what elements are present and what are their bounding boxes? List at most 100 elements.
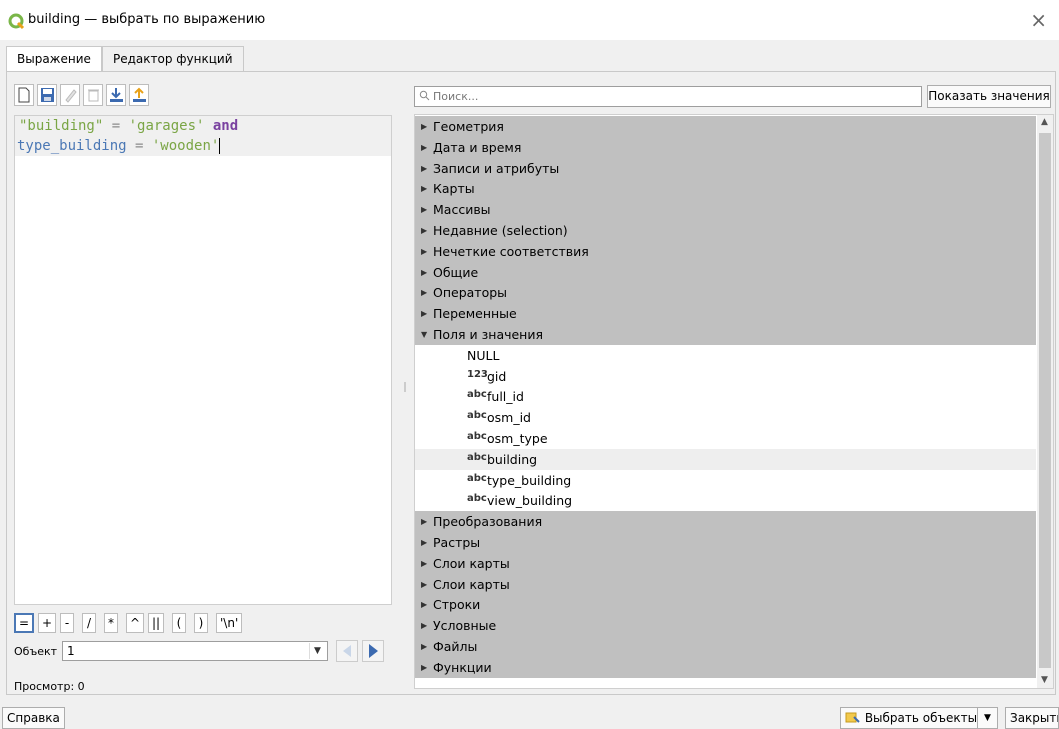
string-type-icon: abc bbox=[467, 493, 487, 504]
next-feature-button[interactable] bbox=[362, 640, 384, 662]
tree-group-label: Записи и атрибуты bbox=[433, 161, 560, 176]
select-options-dropdown-button[interactable]: ▼ bbox=[977, 707, 998, 729]
close-window-icon[interactable]: × bbox=[1030, 8, 1047, 32]
operator-divide-button[interactable]: / bbox=[82, 613, 96, 633]
scrollbar-thumb[interactable] bbox=[1039, 133, 1051, 668]
tree-group-item[interactable]: ▶ Слои карты bbox=[415, 574, 1036, 595]
operator-power-button[interactable]: ^ bbox=[126, 613, 145, 633]
select-features-label: Выбрать объекты bbox=[864, 711, 978, 725]
string-type-icon: abc bbox=[467, 410, 487, 421]
tree-group-item[interactable]: ▶ Строки bbox=[415, 594, 1036, 615]
triangle-right-icon[interactable]: ▶ bbox=[421, 615, 427, 636]
tree-group-item[interactable]: ▶ Общие bbox=[415, 262, 1036, 283]
select-features-button[interactable]: Выбрать объекты bbox=[840, 707, 983, 729]
tree-group-label: Функции bbox=[433, 660, 492, 675]
triangle-right-icon[interactable]: ▶ bbox=[421, 220, 427, 241]
tree-field-label: type_building bbox=[487, 473, 572, 488]
string-type-icon: abc bbox=[467, 452, 487, 463]
tree-group-item[interactable]: ▶ Растры bbox=[415, 532, 1036, 553]
triangle-right-icon[interactable]: ▶ bbox=[421, 137, 427, 158]
tree-field-item[interactable]: abc type_building bbox=[415, 470, 1036, 491]
triangle-right-icon[interactable]: ▶ bbox=[421, 178, 427, 199]
operator-equals-button[interactable]: = bbox=[14, 613, 35, 633]
tree-field-item[interactable]: abc osm_id bbox=[415, 407, 1036, 428]
tab-expression[interactable]: Выражение bbox=[6, 46, 102, 73]
tree-group-item[interactable]: ▶ Записи и атрибуты bbox=[415, 158, 1036, 179]
show-values-button[interactable]: Показать значения bbox=[927, 85, 1051, 108]
export-button[interactable] bbox=[129, 84, 149, 106]
scroll-up-icon[interactable]: ▲ bbox=[1041, 117, 1048, 127]
triangle-right-icon[interactable]: ▶ bbox=[421, 511, 427, 532]
feature-select[interactable]: 1 ▼ bbox=[62, 641, 328, 661]
tree-group-label: Геометрия bbox=[433, 119, 504, 134]
tree-group-item[interactable]: ▶ Переменные bbox=[415, 303, 1036, 324]
tree-group-item[interactable]: ▶ Слои карты bbox=[415, 553, 1036, 574]
tree-field-item[interactable]: 123 gid bbox=[415, 366, 1036, 387]
triangle-right-icon[interactable]: ▶ bbox=[421, 262, 427, 283]
operator-plus-button[interactable]: + bbox=[38, 613, 57, 633]
triangle-right-icon[interactable]: ▶ bbox=[421, 303, 427, 324]
tree-scrollbar[interactable]: ▲ ▼ bbox=[1037, 115, 1053, 688]
triangle-right-icon[interactable]: ▶ bbox=[421, 636, 427, 657]
tree-field-item[interactable]: abc osm_type bbox=[415, 428, 1036, 449]
operator-multiply-button[interactable]: * bbox=[104, 613, 118, 633]
triangle-right-icon[interactable]: ▶ bbox=[421, 532, 427, 553]
operator-minus-button[interactable]: - bbox=[60, 613, 74, 633]
tree-field-item[interactable]: abc view_building bbox=[415, 490, 1036, 511]
triangle-right-icon[interactable]: ▶ bbox=[421, 241, 427, 262]
token-keyword: and bbox=[204, 118, 239, 134]
save-button[interactable] bbox=[37, 84, 57, 106]
triangle-right-icon[interactable]: ▶ bbox=[421, 282, 427, 303]
previous-feature-button[interactable] bbox=[336, 640, 358, 662]
delete-button[interactable] bbox=[83, 84, 103, 106]
tree-group-item[interactable]: ▶ Геометрия bbox=[415, 116, 1036, 137]
tree-group-item[interactable]: ▶ Функции bbox=[415, 657, 1036, 678]
scroll-down-icon[interactable]: ▼ bbox=[1041, 675, 1048, 685]
tree-group-item[interactable]: ▶ Карты bbox=[415, 178, 1036, 199]
tree-field-item[interactable]: abc full_id bbox=[415, 386, 1036, 407]
triangle-right-icon[interactable]: ▶ bbox=[421, 199, 427, 220]
tree-group-label: Недавние (selection) bbox=[433, 223, 568, 238]
import-icon bbox=[110, 88, 123, 102]
triangle-right-icon[interactable]: ▶ bbox=[421, 574, 427, 595]
edit-button[interactable] bbox=[60, 84, 80, 106]
tree-group-label: Преобразования bbox=[433, 514, 543, 529]
tree-field-item[interactable]: NULL bbox=[415, 345, 1036, 366]
new-file-button[interactable] bbox=[14, 84, 34, 106]
token-string: 'garages' bbox=[128, 118, 205, 134]
tree-group-item[interactable]: ▶ Файлы bbox=[415, 636, 1036, 657]
splitter-handle[interactable] bbox=[404, 382, 406, 392]
search-input[interactable]: Поиск... bbox=[414, 86, 922, 107]
tree-group-item[interactable]: ▶ Массивы bbox=[415, 199, 1036, 220]
tree-group-item[interactable]: ▶ Операторы bbox=[415, 282, 1036, 303]
triangle-right-icon[interactable]: ▶ bbox=[421, 116, 427, 137]
tree-field-label: view_building bbox=[487, 493, 573, 508]
save-icon bbox=[41, 88, 54, 102]
title-bar: building — выбрать по выражению × bbox=[0, 0, 1059, 40]
triangle-right-icon[interactable]: ▶ bbox=[421, 594, 427, 615]
tree-group-item[interactable]: ▶ Преобразования bbox=[415, 511, 1036, 532]
tree-group-item[interactable]: ▶ Дата и время bbox=[415, 137, 1036, 158]
close-button[interactable]: Закрыть bbox=[1005, 707, 1059, 729]
tree-group-label: Условные bbox=[433, 618, 497, 633]
tree-group-item[interactable]: ▶ Недавние (selection) bbox=[415, 220, 1036, 241]
string-type-icon: abc bbox=[467, 473, 487, 484]
operator-concat-button[interactable]: || bbox=[148, 613, 165, 633]
help-button[interactable]: Справка bbox=[2, 707, 65, 729]
function-tree[interactable]: ▲ ▼ ▶ Геометрия ▶ Дата и время ▶ Записи и атр… bbox=[414, 114, 1054, 689]
operator-open-paren-button[interactable]: ( bbox=[172, 613, 186, 633]
tree-group-label: Поля и значения bbox=[433, 327, 543, 342]
operator-newline-button[interactable]: '\n' bbox=[216, 613, 243, 633]
tab-function-editor[interactable]: Редактор функций bbox=[102, 46, 244, 72]
triangle-right-icon[interactable]: ▶ bbox=[421, 158, 427, 179]
triangle-right-icon[interactable]: ▶ bbox=[421, 657, 427, 678]
tree-field-item[interactable]: abc building bbox=[415, 449, 1036, 470]
triangle-down-icon[interactable]: ▼ bbox=[421, 324, 427, 345]
triangle-right-icon[interactable]: ▶ bbox=[421, 553, 427, 574]
expression-editor[interactable]: "building" = 'garages' and type_building… bbox=[14, 115, 392, 605]
tree-group-item[interactable]: ▼ Поля и значения bbox=[415, 324, 1036, 345]
tree-group-item[interactable]: ▶ Условные bbox=[415, 615, 1036, 636]
import-button[interactable] bbox=[106, 84, 126, 106]
tree-group-item[interactable]: ▶ Нечеткие соответствия bbox=[415, 241, 1036, 262]
operator-close-paren-button[interactable]: ) bbox=[194, 613, 208, 633]
